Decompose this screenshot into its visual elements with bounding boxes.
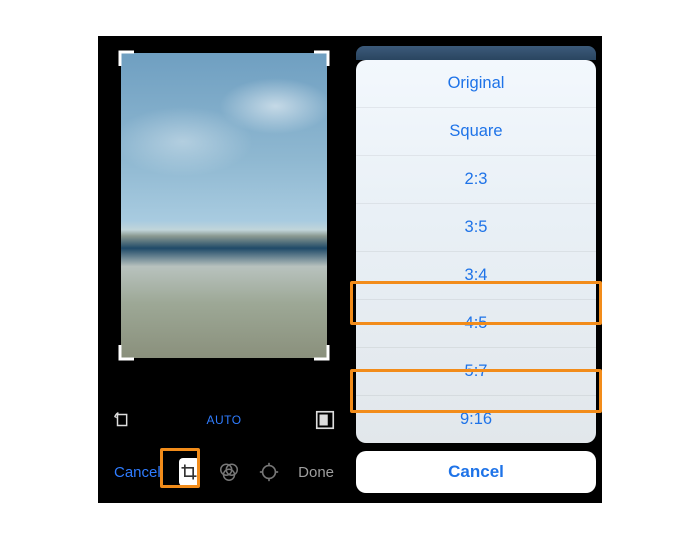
screenshot-pair: AUTO Cancel Done Original S xyxy=(98,36,602,503)
aspect-ratio-sheet: Original Square 2:3 3:5 3:4 4:5 5:7 9:16 xyxy=(356,60,596,443)
aspect-ratio-icon[interactable] xyxy=(314,409,336,431)
sheet-photo-peek xyxy=(356,46,596,60)
ratio-2-3[interactable]: 2:3 xyxy=(356,155,596,203)
adjust-mode-button[interactable] xyxy=(258,458,280,486)
ratio-9-16[interactable]: 9:16 xyxy=(356,395,596,443)
crop-frame[interactable] xyxy=(121,53,327,358)
straighten-dial[interactable] xyxy=(98,360,350,404)
crop-handle-top-left[interactable] xyxy=(118,50,136,68)
crop-handle-top-right[interactable] xyxy=(312,50,330,68)
crop-handle-bottom-right[interactable] xyxy=(312,343,330,361)
filters-mode-button[interactable] xyxy=(218,458,240,486)
ratio-5-7[interactable]: 5:7 xyxy=(356,347,596,395)
rotate-icon[interactable] xyxy=(112,409,134,431)
sheet-backdrop: Original Square 2:3 3:5 3:4 4:5 5:7 9:16… xyxy=(350,36,602,503)
crop-handle-bottom-left[interactable] xyxy=(118,343,136,361)
cancel-button[interactable]: Cancel xyxy=(114,464,161,481)
ratio-3-5[interactable]: 3:5 xyxy=(356,203,596,251)
ratio-original[interactable]: Original xyxy=(356,60,596,107)
ratio-3-4[interactable]: 3:4 xyxy=(356,251,596,299)
aspect-sheet-pane: Original Square 2:3 3:5 3:4 4:5 5:7 9:16… xyxy=(350,36,602,503)
annotation-highlight-crop xyxy=(160,448,200,488)
sheet-cancel-button[interactable]: Cancel xyxy=(356,451,596,493)
auto-button[interactable]: AUTO xyxy=(134,413,314,427)
done-button[interactable]: Done xyxy=(298,464,334,481)
crop-toolbar: AUTO xyxy=(98,404,350,436)
photo-preview xyxy=(121,53,327,230)
bottom-toolbar: Cancel Done xyxy=(98,452,350,492)
crop-editor-pane: AUTO Cancel Done xyxy=(98,36,350,503)
ratio-square[interactable]: Square xyxy=(356,107,596,155)
ratio-4-5[interactable]: 4:5 xyxy=(356,299,596,347)
